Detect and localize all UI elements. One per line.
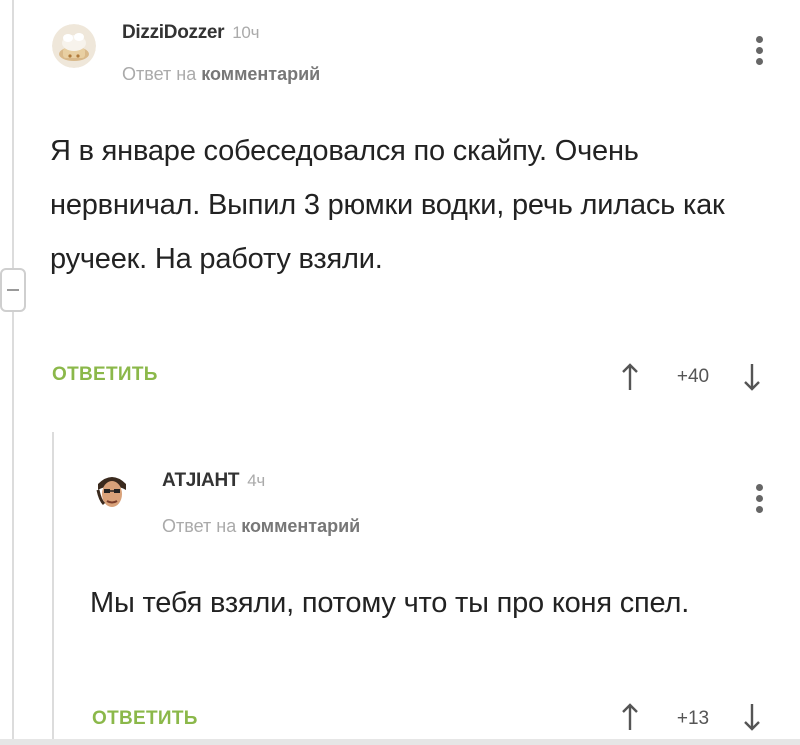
reply-target-link[interactable]: комментарий xyxy=(201,64,320,84)
reply-to-meta: Ответ на комментарий xyxy=(162,516,360,537)
score-count: +13 xyxy=(676,708,710,729)
upvote-icon[interactable] xyxy=(620,362,640,392)
reply-prefix: Ответ на xyxy=(122,64,197,84)
collapse-thread-button[interactable] xyxy=(0,268,26,312)
nested-thread-line xyxy=(52,432,54,745)
more-options-icon[interactable] xyxy=(756,484,764,514)
comment-username[interactable]: АТJIАНТ 4ч xyxy=(162,470,265,492)
comment-username[interactable]: DizziDozzer 10ч xyxy=(122,22,259,44)
comment-body: Мы тебя взяли, потому что ты про коня сп… xyxy=(90,587,690,619)
comment-time: 4ч xyxy=(247,471,265,490)
reply-button[interactable]: ОТВЕТИТЬ xyxy=(52,364,158,386)
comment-body: Я в январе собеседовался по скайпу. Очен… xyxy=(50,135,725,275)
person-avatar-icon xyxy=(90,470,134,514)
reply-target-link[interactable]: комментарий xyxy=(241,516,360,536)
downvote-icon[interactable] xyxy=(742,702,762,732)
user-avatar[interactable] xyxy=(90,470,134,514)
score-count: +40 xyxy=(676,366,710,387)
username-text[interactable]: АТJIАНТ xyxy=(162,470,239,491)
more-options-icon[interactable] xyxy=(756,36,764,66)
thread-line xyxy=(12,0,14,745)
upvote-icon[interactable] xyxy=(620,702,640,732)
user-avatar[interactable] xyxy=(52,24,96,68)
reply-to-meta: Ответ на комментарий xyxy=(122,64,320,85)
reply-button[interactable]: ОТВЕТИТЬ xyxy=(92,708,198,730)
comment-time: 10ч xyxy=(232,23,260,42)
username-text[interactable]: DizziDozzer xyxy=(122,22,225,43)
downvote-icon[interactable] xyxy=(742,362,762,392)
reply-prefix: Ответ на xyxy=(162,516,237,536)
bottom-divider xyxy=(0,739,800,745)
hat-avatar-icon xyxy=(52,24,96,68)
